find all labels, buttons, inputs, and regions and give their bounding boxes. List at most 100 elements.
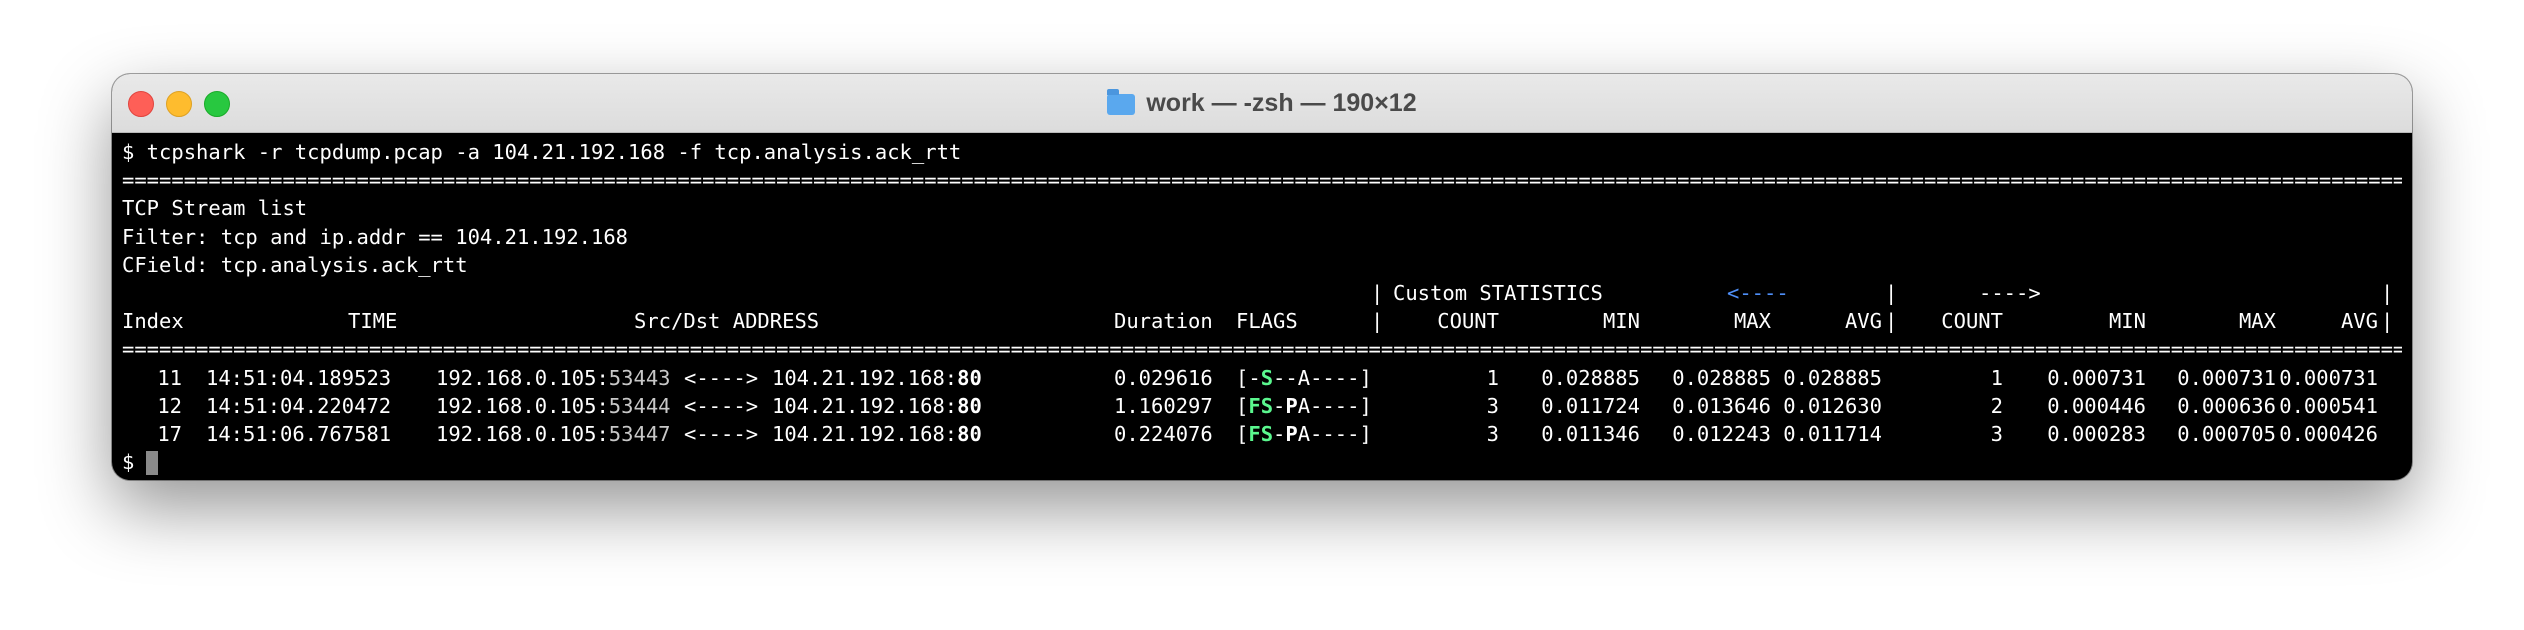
flag-syn: S xyxy=(1260,393,1274,418)
header-time: TIME xyxy=(348,309,398,334)
row-max-left: 0.012243 xyxy=(1672,421,1771,446)
flag-gap: - xyxy=(1273,393,1286,418)
command-line: $ tcpshark -r tcpdump.pcap -a 104.21.192… xyxy=(122,138,2402,166)
flags-open: [ xyxy=(1236,365,1249,390)
source-ip: 192.168.0.105: xyxy=(436,421,609,446)
flag-gap: -- xyxy=(1273,365,1298,390)
destination-port: 80 xyxy=(957,393,982,418)
source-port: 53447 xyxy=(608,421,671,446)
row-max-left: 0.028885 xyxy=(1672,365,1771,390)
column-header-line: Index TIME Src/Dst ADDRESS Duration FLAG… xyxy=(122,307,2402,335)
terminal-window: work — -zsh — 190×12 $ tcpshark -r tcpdu… xyxy=(112,74,2412,480)
row-count-left: 3 xyxy=(1486,393,1499,418)
info-line: CField: tcp.analysis.ack_rtt xyxy=(122,251,2402,279)
header-avg-right: AVG xyxy=(2340,309,2378,334)
row-arrow: <----> xyxy=(684,393,759,418)
title-bar[interactable]: work — -zsh — 190×12 xyxy=(112,74,2412,133)
destination-ip: 104.21.192.168: xyxy=(772,365,958,390)
row-max-right: 0.000705 xyxy=(2177,421,2276,446)
row-avg-right: 0.000731 xyxy=(2279,365,2378,390)
row-max-right: 0.000731 xyxy=(2177,365,2276,390)
flags-close: ] xyxy=(1359,421,1372,446)
row-time: 14:51:04.189523 xyxy=(206,365,392,390)
info-line: TCP Stream list xyxy=(122,194,2402,222)
column-divider: | xyxy=(1885,280,1898,305)
flag-rest: A---- xyxy=(1297,421,1360,446)
header-duration: Duration xyxy=(1114,309,1213,334)
stream-list-label: TCP Stream list xyxy=(122,196,308,221)
row-min-left: 0.028885 xyxy=(1541,365,1640,390)
row-min-right: 0.000283 xyxy=(2047,421,2146,446)
row-max-left: 0.013646 xyxy=(1672,393,1771,418)
row-avg-left: 0.028885 xyxy=(1783,365,1882,390)
folder-icon xyxy=(1107,89,1136,115)
row-flags: [FS-PA----] xyxy=(1236,392,1372,420)
row-time: 14:51:04.220472 xyxy=(206,393,392,418)
header-min-left: MIN xyxy=(1602,309,1640,334)
stream-row[interactable]: 12 14:51:04.220472 192.168.0.105:53444 <… xyxy=(122,392,2402,420)
prompt-symbol: $ xyxy=(122,450,135,475)
info-line: Filter: tcp and ip.addr == 104.21.192.16… xyxy=(122,223,2402,251)
right-arrow-label: ----> xyxy=(1979,280,2041,305)
flags-close: ] xyxy=(1359,393,1372,418)
destination-port: 80 xyxy=(957,421,982,446)
flag-psh-ack: P xyxy=(1285,421,1298,446)
row-avg-left: 0.011714 xyxy=(1783,421,1882,446)
header-min-right: MIN xyxy=(2108,309,2146,334)
row-arrow: <----> xyxy=(684,421,759,446)
flag-syn: S xyxy=(1260,365,1274,390)
column-divider: | xyxy=(2381,309,2394,334)
command-text: $ tcpshark -r tcpdump.pcap -a 104.21.192… xyxy=(122,140,962,164)
flag-rest: ---- xyxy=(1310,365,1360,390)
row-index: 12 xyxy=(157,393,182,418)
flag-fin: F xyxy=(1248,421,1261,446)
flags-close: ] xyxy=(1359,365,1372,390)
column-divider: | xyxy=(1371,280,1384,305)
stream-row[interactable]: 17 14:51:06.767581 192.168.0.105:53447 <… xyxy=(122,420,2402,448)
stats-header-line: | Custom STATISTICS <---- | ----> | xyxy=(122,279,2402,307)
source-ip: 192.168.0.105: xyxy=(436,365,609,390)
row-count-left: 3 xyxy=(1486,421,1499,446)
destination-ip: 104.21.192.168: xyxy=(772,393,958,418)
window-title-text: work — -zsh — 190×12 xyxy=(1146,88,1417,117)
row-count-right: 1 xyxy=(1990,365,2003,390)
left-arrow-label: <---- xyxy=(1727,280,1789,305)
separator-line: ========================================… xyxy=(122,335,2402,363)
filter-label: Filter: tcp and ip.addr == 104.21.192.16… xyxy=(122,224,629,249)
row-source-address: 192.168.0.105:53443 xyxy=(436,364,671,392)
flag-psh-ack: A xyxy=(1297,365,1311,390)
row-min-right: 0.000731 xyxy=(2047,365,2146,390)
window-title: work — -zsh — 190×12 xyxy=(112,74,2412,132)
row-count-right: 3 xyxy=(1990,421,2003,446)
flag-gap: - xyxy=(1273,421,1286,446)
row-avg-right: 0.000426 xyxy=(2279,421,2378,446)
row-max-right: 0.000636 xyxy=(2177,393,2276,418)
row-time: 14:51:06.767581 xyxy=(206,421,392,446)
prompt-line[interactable]: $ xyxy=(122,448,2402,476)
row-duration: 0.029616 xyxy=(1114,365,1213,390)
column-divider: | xyxy=(2381,280,2394,305)
header-index: Index xyxy=(122,309,184,334)
stream-row[interactable]: 11 14:51:04.189523 192.168.0.105:53443 <… xyxy=(122,364,2402,392)
flags-open: [ xyxy=(1236,421,1249,446)
source-port: 53443 xyxy=(608,365,671,390)
custom-statistics-label: Custom STATISTICS xyxy=(1393,280,1603,305)
flag-rest: A---- xyxy=(1297,393,1360,418)
row-destination-address: 104.21.192.168:80 xyxy=(772,364,982,392)
column-divider: | xyxy=(1371,309,1384,334)
separator-text: ========================================… xyxy=(122,168,2402,193)
row-flags: [FS-PA----] xyxy=(1236,420,1372,448)
header-max-right: MAX xyxy=(2238,309,2276,334)
header-address: Src/Dst ADDRESS xyxy=(634,309,820,334)
header-count-right: COUNT xyxy=(1941,309,2003,334)
flags-open: [ xyxy=(1236,393,1249,418)
flag-fin: F xyxy=(1248,393,1261,418)
row-source-address: 192.168.0.105:53447 xyxy=(436,420,671,448)
source-port: 53444 xyxy=(608,393,671,418)
row-min-left: 0.011346 xyxy=(1541,421,1640,446)
row-index: 11 xyxy=(157,365,182,390)
separator-line: ========================================… xyxy=(122,166,2402,194)
row-min-right: 0.000446 xyxy=(2047,393,2146,418)
row-count-left: 1 xyxy=(1486,365,1499,390)
terminal-output[interactable]: $ tcpshark -r tcpdump.pcap -a 104.21.192… xyxy=(122,138,2402,480)
